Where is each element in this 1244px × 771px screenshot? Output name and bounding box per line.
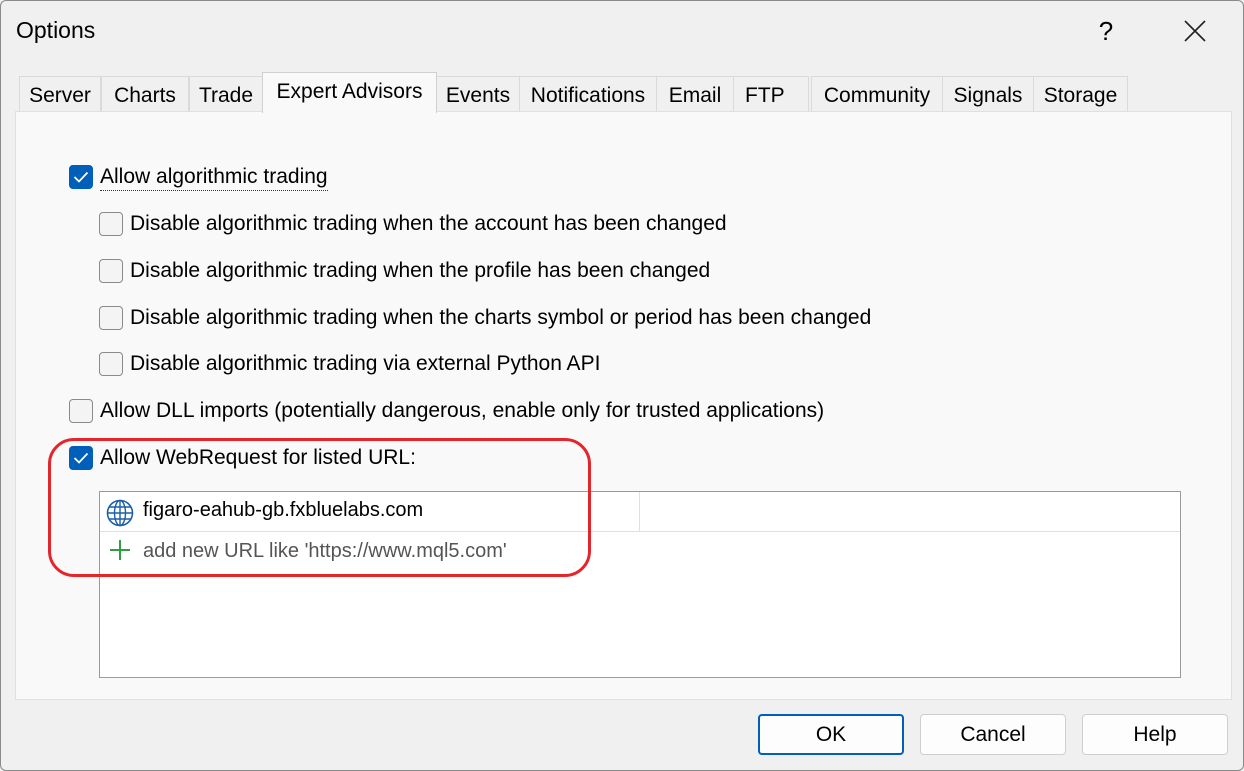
disable-python-api-checkbox[interactable] <box>99 352 123 376</box>
disable-on-profile-change-checkbox[interactable] <box>99 259 123 283</box>
cancel-button[interactable]: Cancel <box>920 714 1066 755</box>
tab-storage[interactable]: Storage <box>1033 76 1128 112</box>
disable-on-account-change-label: Disable algorithmic trading when the acc… <box>130 212 727 235</box>
help-button[interactable]: Help <box>1082 714 1228 755</box>
options-dialog: Options ? Server Charts Trade Expert Adv… <box>0 0 1244 771</box>
tab-expert-advisors[interactable]: Expert Advisors <box>262 72 437 113</box>
allow-webrequest-checkbox[interactable] <box>69 446 93 470</box>
allow-algo-trading-label: Allow algorithmic trading <box>100 164 328 191</box>
close-icon <box>1184 20 1206 42</box>
tab-community[interactable]: Community <box>811 76 943 112</box>
tab-email[interactable]: Email <box>656 76 734 112</box>
expert-advisors-panel: Allow algorithmic trading Disable algori… <box>15 111 1232 700</box>
disable-on-account-change-checkbox[interactable] <box>99 212 123 236</box>
tab-trade[interactable]: Trade <box>189 76 263 112</box>
disable-on-symbol-change-label: Disable algorithmic trading when the cha… <box>130 306 872 329</box>
tab-server[interactable]: Server <box>19 76 101 112</box>
checkmark-icon <box>73 452 89 464</box>
tab-events[interactable]: Events <box>436 76 520 112</box>
allow-algo-trading-checkbox[interactable] <box>69 165 93 189</box>
url-entry[interactable]: figaro-eahub-gb.fxbluelabs.com <box>143 499 423 522</box>
tab-ftp[interactable]: FTP <box>733 76 809 111</box>
globe-icon <box>106 499 134 527</box>
disable-on-profile-change-label: Disable algorithmic trading when the pro… <box>130 259 711 282</box>
disable-on-symbol-change-checkbox[interactable] <box>99 306 123 330</box>
disable-python-api-label: Disable algorithmic trading via external… <box>130 352 601 375</box>
title-bar: Options ? <box>1 1 1243 63</box>
allow-dll-imports-checkbox[interactable] <box>69 399 93 423</box>
add-url-row[interactable]: add new URL like 'https://www.mql5.com' <box>100 532 1180 570</box>
column-separator <box>639 492 640 531</box>
allow-dll-imports-label: Allow DLL imports (potentially dangerous… <box>100 399 825 422</box>
close-button[interactable] <box>1167 11 1223 51</box>
tab-notifications[interactable]: Notifications <box>519 76 657 112</box>
window-title: Options <box>16 17 96 43</box>
checkmark-icon <box>73 171 89 183</box>
url-list[interactable]: figaro-eahub-gb.fxbluelabs.com add new U… <box>99 491 1181 678</box>
add-url-placeholder[interactable]: add new URL like 'https://www.mql5.com' <box>143 540 507 563</box>
tab-charts[interactable]: Charts <box>101 76 189 112</box>
plus-icon <box>110 540 130 560</box>
help-title-button[interactable]: ? <box>1091 13 1121 49</box>
ok-button[interactable]: OK <box>758 714 904 755</box>
tab-signals[interactable]: Signals <box>942 76 1034 112</box>
allow-webrequest-label: Allow WebRequest for listed URL: <box>100 446 416 469</box>
url-list-row[interactable]: figaro-eahub-gb.fxbluelabs.com <box>100 492 1180 532</box>
